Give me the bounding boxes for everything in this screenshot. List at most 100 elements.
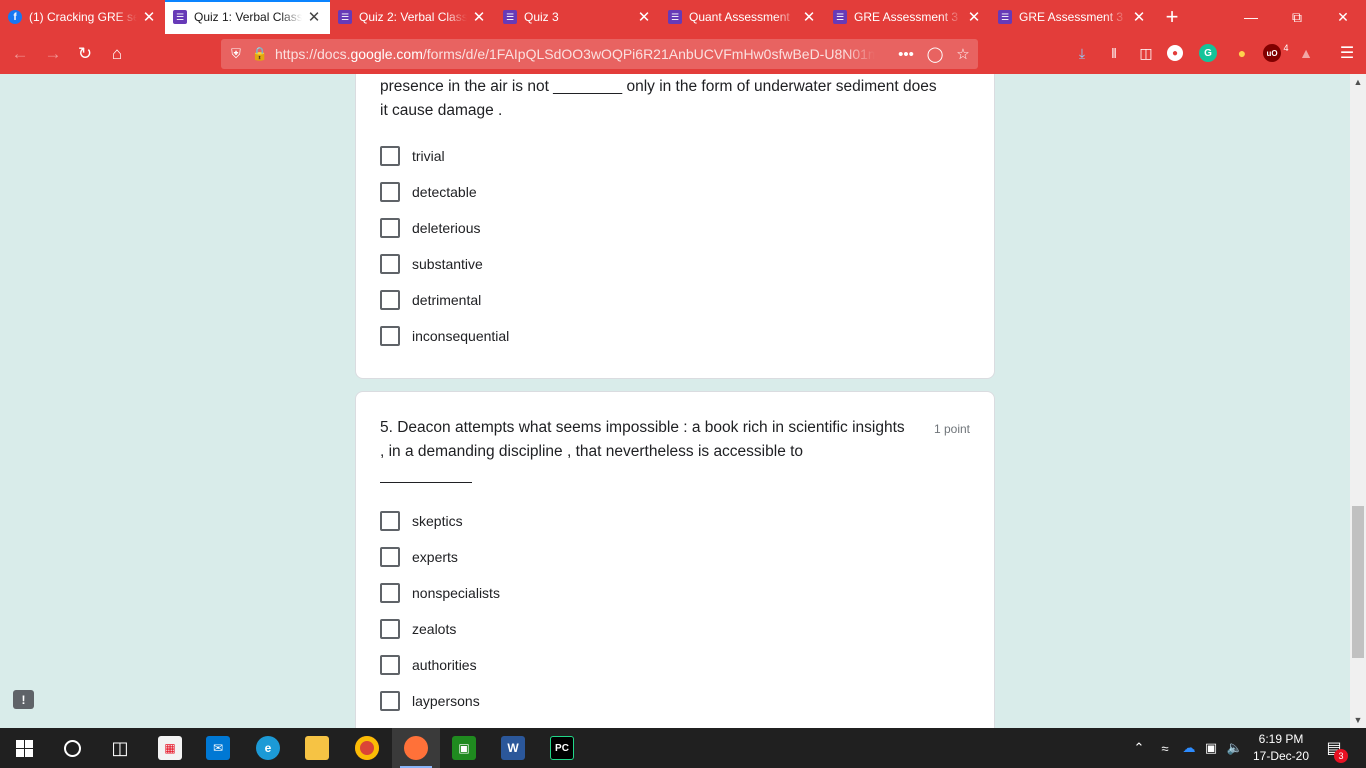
checkbox[interactable]: [380, 547, 400, 567]
option-authorities[interactable]: authorities: [380, 654, 477, 676]
home-button[interactable]: ⌂: [103, 40, 131, 68]
mail-icon: ✉: [206, 736, 230, 760]
tab-quiz2-verbal[interactable]: Quiz 2: Verbal Class ✕: [330, 0, 495, 34]
taskbar-store[interactable]: ▦: [146, 728, 194, 768]
option-detrimental[interactable]: detrimental: [380, 289, 481, 311]
tab-quant-assessment[interactable]: Quant Assessment ✕: [660, 0, 825, 34]
checkbox[interactable]: [380, 655, 400, 675]
bookmark-star-icon[interactable]: ☆: [952, 44, 974, 64]
close-icon[interactable]: ✕: [141, 9, 157, 26]
tab-gre-assessment-3[interactable]: GRE Assessment 3 ✕: [825, 0, 990, 34]
form-page: presence in the air is not ________ only…: [0, 74, 1350, 728]
url-host: google.com: [350, 46, 423, 62]
taskbar-pycharm[interactable]: PC: [538, 728, 586, 768]
tab-gre-assessment-3-second[interactable]: GRE Assessment 3 ✕: [990, 0, 1155, 34]
taskbar-chrome[interactable]: [343, 728, 391, 768]
download-icon[interactable]: ⤓: [1071, 42, 1093, 64]
option-zealots[interactable]: zealots: [380, 618, 456, 640]
restore-button[interactable]: ⧉: [1274, 0, 1320, 34]
address-bar[interactable]: ⛨ 🔒 https://docs.google.com/forms/d/e/1F…: [221, 39, 978, 69]
checkbox[interactable]: [380, 619, 400, 639]
option-detectable[interactable]: detectable: [380, 181, 477, 203]
tab-quiz3[interactable]: Quiz 3 ✕: [495, 0, 660, 34]
close-icon[interactable]: ✕: [636, 9, 652, 26]
taskbar-clock[interactable]: 6:19 PM 17-Dec-20: [1250, 731, 1312, 765]
checkbox[interactable]: [380, 511, 400, 531]
close-icon[interactable]: ✕: [471, 9, 487, 26]
taskbar-word[interactable]: W: [489, 728, 537, 768]
option-nonspecialists[interactable]: nonspecialists: [380, 582, 500, 604]
checkbox[interactable]: [380, 290, 400, 310]
option-experts[interactable]: experts: [380, 546, 458, 568]
checkbox[interactable]: [380, 326, 400, 346]
extension-flame-icon[interactable]: ●: [1231, 42, 1253, 64]
battery-icon[interactable]: ▣: [1202, 728, 1220, 768]
windows-taskbar: ◫ ▦ ✉ e ▣ W PC ⌃ ≈ ☁ ▣ 🔈 6:19 PM 17-Dec-…: [0, 728, 1366, 768]
sidebar-icon[interactable]: ◫: [1135, 42, 1157, 64]
store-icon: ▦: [158, 736, 182, 760]
menu-icon[interactable]: ☰: [1336, 42, 1358, 64]
google-forms-icon: [833, 10, 847, 24]
taskbar-file-explorer[interactable]: [293, 728, 341, 768]
search-button[interactable]: [48, 728, 96, 768]
page-scrollbar[interactable]: ▲ ▼: [1350, 74, 1366, 728]
checkbox[interactable]: [380, 254, 400, 274]
checkbox[interactable]: [380, 691, 400, 711]
tab-bar: f (1) Cracking GRE se ✕ Quiz 1: Verbal C…: [0, 0, 1366, 34]
url-text[interactable]: https://docs.google.com/forms/d/e/1FAIpQ…: [275, 46, 875, 62]
close-icon[interactable]: ✕: [306, 9, 322, 26]
wifi-icon[interactable]: ≈: [1156, 728, 1174, 768]
option-label: detectable: [412, 184, 477, 200]
google-forms-icon: [503, 10, 517, 24]
option-deleterious[interactable]: deleterious: [380, 217, 481, 239]
shield-icon[interactable]: ⛨: [227, 45, 245, 63]
close-window-button[interactable]: ✕: [1320, 0, 1366, 34]
navigation-bar: ← → ↻ ⌂ ⛨ 🔒 https://docs.google.com/form…: [0, 34, 1366, 74]
tab-quiz1-verbal[interactable]: Quiz 1: Verbal Class ✕: [165, 0, 330, 34]
pocket-icon[interactable]: ◯: [924, 44, 946, 64]
volume-icon[interactable]: 🔈: [1225, 728, 1245, 768]
checkbox[interactable]: [380, 182, 400, 202]
points-label: 1 point: [933, 422, 970, 436]
account-icon[interactable]: ●: [1167, 45, 1183, 61]
tab-title: Quiz 1: Verbal Class: [194, 10, 302, 24]
lock-icon[interactable]: 🔒: [251, 45, 269, 63]
page-actions-button[interactable]: •••: [895, 44, 917, 64]
library-icon[interactable]: ‖: [1103, 42, 1125, 64]
extension-disabled-icon[interactable]: ▲: [1295, 42, 1317, 64]
tab-title: (1) Cracking GRE se: [29, 10, 137, 24]
onedrive-icon[interactable]: ☁: [1179, 728, 1199, 768]
minimize-button[interactable]: —: [1228, 0, 1274, 34]
taskbar-edge[interactable]: e: [244, 728, 292, 768]
start-button[interactable]: [0, 728, 48, 768]
word-icon: W: [501, 736, 525, 760]
grammarly-icon[interactable]: G: [1199, 44, 1217, 62]
tray-chevron-up-icon[interactable]: ⌃: [1130, 728, 1148, 768]
option-laypersons[interactable]: laypersons: [380, 690, 480, 712]
checkbox[interactable]: [380, 583, 400, 603]
option-substantive[interactable]: substantive: [380, 253, 483, 275]
taskbar-mail[interactable]: ✉: [194, 728, 242, 768]
new-tab-button[interactable]: +: [1155, 0, 1189, 34]
scroll-up-arrow[interactable]: ▲: [1350, 74, 1366, 90]
reload-button[interactable]: ↻: [71, 40, 99, 68]
option-skeptics[interactable]: skeptics: [380, 510, 463, 532]
back-button[interactable]: ←: [6, 40, 34, 68]
checkbox[interactable]: [380, 146, 400, 166]
screen-capture-icon: ▣: [452, 736, 476, 760]
forward-button[interactable]: →: [39, 40, 67, 68]
feedback-icon[interactable]: !: [13, 690, 34, 709]
close-icon[interactable]: ✕: [1131, 9, 1147, 26]
tab-facebook[interactable]: f (1) Cracking GRE se ✕: [0, 0, 165, 34]
option-label: detrimental: [412, 292, 482, 308]
option-trivial[interactable]: trivial: [380, 145, 445, 167]
scroll-down-arrow[interactable]: ▼: [1350, 712, 1366, 728]
option-inconsequential[interactable]: inconsequential: [380, 325, 509, 347]
close-icon[interactable]: ✕: [966, 9, 982, 26]
close-icon[interactable]: ✕: [801, 9, 817, 26]
task-view-button[interactable]: ◫: [96, 728, 144, 768]
taskbar-firefox[interactable]: [392, 728, 440, 768]
scroll-thumb[interactable]: [1352, 506, 1364, 658]
checkbox[interactable]: [380, 218, 400, 238]
taskbar-screen-recorder[interactable]: ▣: [440, 728, 488, 768]
